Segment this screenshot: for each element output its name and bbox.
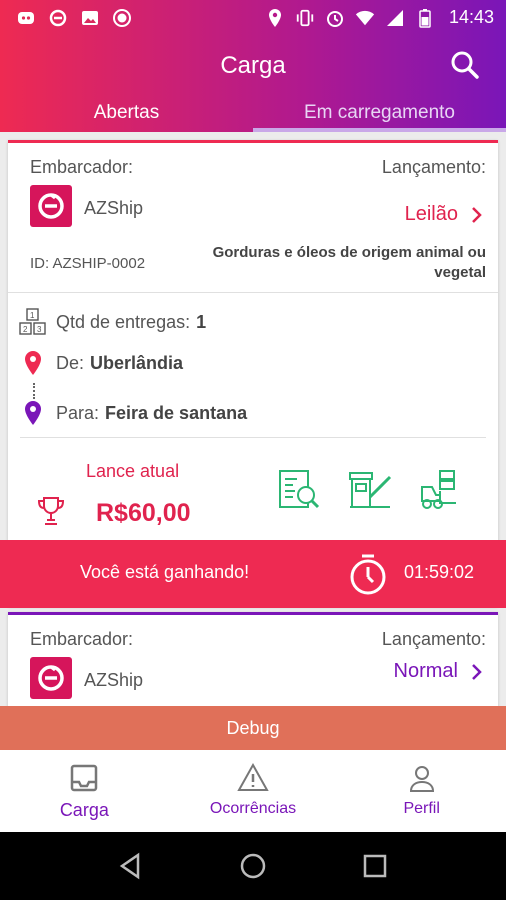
app-header: 14:43 Carga Abertas Em carregamento xyxy=(0,0,506,132)
home-icon[interactable] xyxy=(238,851,268,881)
tab-em-carregamento[interactable]: Em carregamento xyxy=(253,96,506,132)
person-icon xyxy=(409,766,434,792)
nav-ocorrencias[interactable]: Ocorrências xyxy=(169,750,338,832)
screen: 14:43 Carga Abertas Em carregamento Emba… xyxy=(0,0,506,900)
warning-icon xyxy=(237,762,269,791)
discord-notification-icon xyxy=(16,8,36,28)
record-notification-icon xyxy=(112,8,132,28)
bottom-navigation: Carga Ocorrências Perfil xyxy=(0,750,506,832)
company-name: AZShip xyxy=(84,670,144,690)
nav-carga[interactable]: Carga xyxy=(0,750,169,832)
svg-text:3: 3 xyxy=(37,325,42,334)
origin-pin-icon xyxy=(18,348,48,378)
origin-row: De: Uberlândia xyxy=(18,348,183,378)
nav-ocorrencias-label: Ocorrências xyxy=(209,800,297,817)
tab-bar: Abertas Em carregamento xyxy=(0,96,506,132)
load-id: ID: AZSHIP-0002 xyxy=(30,255,146,272)
divider xyxy=(8,292,498,293)
search-button[interactable] xyxy=(448,48,482,82)
battery-icon xyxy=(415,8,435,28)
image-notification-icon xyxy=(80,8,100,28)
company-logo xyxy=(30,657,72,699)
chevron-right-icon[interactable] xyxy=(470,205,484,225)
deliveries-label: Qtd de entregas: xyxy=(56,311,191,332)
location-icon xyxy=(265,8,285,28)
alarm-icon xyxy=(325,8,345,28)
tab-abertas[interactable]: Abertas xyxy=(0,96,253,132)
origin-value: Uberlândia xyxy=(90,352,184,373)
current-bid-label: Lance atual xyxy=(86,461,180,481)
winning-message: Você está ganhando! xyxy=(80,562,250,582)
page-title: Carga xyxy=(220,52,286,79)
countdown-timer: 01:59:02 xyxy=(404,562,475,582)
destination-label: Para: xyxy=(56,402,100,423)
route-connector xyxy=(33,383,35,399)
deliveries-value: 1 xyxy=(196,311,207,332)
product-description: Gorduras e óleos de origem animal ou veg… xyxy=(212,244,486,281)
svg-text:1: 1 xyxy=(30,311,35,320)
launch-label: Lançamento: xyxy=(381,157,486,177)
shipper-label: Embarcador: xyxy=(30,629,134,649)
status-clock: 14:43 xyxy=(448,7,494,27)
recents-icon[interactable] xyxy=(360,851,390,881)
chevron-right-icon[interactable] xyxy=(470,662,484,682)
divider xyxy=(20,437,486,438)
sync-notification-icon xyxy=(48,8,68,28)
launch-label: Lançamento: xyxy=(381,629,486,649)
winning-status-bar: Você está ganhando! 01:59:02 xyxy=(0,540,506,608)
debug-button[interactable]: Debug xyxy=(0,706,506,750)
origin-label: De: xyxy=(56,352,85,373)
nav-carga-label: Carga xyxy=(59,800,109,820)
launch-type[interactable]: Normal xyxy=(394,660,458,683)
document-search-icon[interactable] xyxy=(276,467,322,513)
stopwatch-icon xyxy=(348,552,388,596)
launch-type[interactable]: Leilão xyxy=(405,203,458,226)
blocks-icon: 123 xyxy=(18,307,48,337)
destination-value: Feira de santana xyxy=(105,402,248,423)
destination-row: Para: Feira de santana xyxy=(18,398,247,428)
toll-barrier-icon[interactable] xyxy=(348,467,394,513)
load-card[interactable]: Embarcador: Lançamento: AZShip Normal xyxy=(8,612,498,712)
inbox-icon xyxy=(71,764,98,792)
destination-pin-icon xyxy=(18,398,48,428)
trophy-icon xyxy=(36,495,66,527)
signal-icon xyxy=(385,8,405,28)
deliveries-row: 123 Qtd de entregas: 1 xyxy=(18,307,206,337)
nav-perfil-label: Perfil xyxy=(403,800,440,817)
shipper-label: Embarcador: xyxy=(30,157,134,177)
load-card[interactable]: Embarcador: Lançamento: AZShip Leilão ID… xyxy=(0,140,506,608)
wifi-icon xyxy=(355,8,375,28)
system-navigation-bar xyxy=(0,832,506,900)
company-name: AZShip xyxy=(84,198,144,218)
back-icon[interactable] xyxy=(116,851,146,881)
status-bar: 14:43 xyxy=(0,0,506,36)
nav-perfil[interactable]: Perfil xyxy=(337,750,506,832)
svg-text:2: 2 xyxy=(23,325,28,334)
search-icon xyxy=(451,51,479,79)
forklift-icon[interactable] xyxy=(418,467,464,513)
company-logo xyxy=(30,185,72,227)
current-bid-value: R$60,00 xyxy=(96,499,191,527)
vibrate-icon xyxy=(295,8,315,28)
